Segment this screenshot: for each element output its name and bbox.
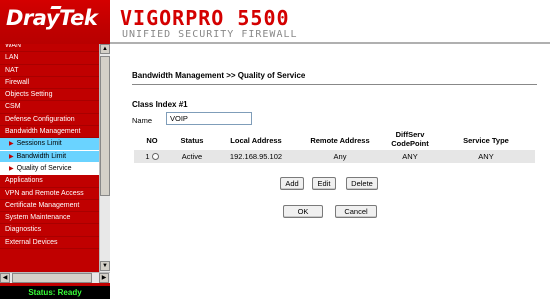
column-header-diffserv: DiffServ CodePoint [380, 130, 440, 148]
cancel-button[interactable]: Cancel [335, 205, 377, 218]
sidebar-subitem-label: Sessions Limit [16, 140, 62, 148]
sidebar-item-firewall[interactable]: Firewall [0, 77, 99, 90]
sidebar-subitem-sessions-limit[interactable]: ▶ Sessions Limit [0, 138, 99, 151]
row-number: 1 [145, 152, 150, 161]
submenu-arrow-icon: ▶ [9, 153, 14, 160]
product-title: VIGORPRO 5500 [120, 6, 290, 30]
sidebar-item-applications[interactable]: Applications [0, 175, 99, 188]
table-header: NO Status Local Address Remote Address D… [132, 130, 537, 150]
sidebar-subitem-quality-of-service[interactable]: ▶ Quality of Service [0, 162, 99, 176]
sidebar-item-csm[interactable]: CSM [0, 101, 99, 114]
name-field[interactable] [166, 112, 252, 125]
sidebar-item-external-devices[interactable]: External Devices [0, 237, 99, 250]
breadcrumb: Bandwidth Management >> Quality of Servi… [132, 71, 306, 80]
cell-status: Active [181, 152, 203, 161]
column-header-remote-address: Remote Address [310, 136, 370, 145]
row-select-radio[interactable] [151, 153, 159, 160]
sidebar-menu: WAN LAN NAT Firewall Objects Setting CSM… [0, 44, 99, 272]
logo-accent [50, 6, 62, 9]
column-header-no: NO [146, 136, 158, 145]
sidebar-item-defense-configuration[interactable]: Defense Configuration [0, 114, 99, 127]
column-header-service-type: Service Type [463, 136, 509, 145]
sidebar-subitem-label: Bandwidth Limit [16, 152, 67, 160]
add-button[interactable]: Add [280, 177, 304, 190]
brand-logo: DrayTek [6, 6, 98, 30]
sidebar-item-lan[interactable]: LAN [0, 52, 99, 65]
column-header-status: Status [180, 136, 204, 145]
sidebar-item-objects-setting[interactable]: Objects Setting [0, 89, 99, 102]
cell-no: 1 [140, 152, 164, 161]
breadcrumb-divider [132, 84, 537, 85]
scroll-left-icon[interactable]: ◀ [0, 273, 10, 283]
name-label: Name [132, 116, 153, 125]
main-content: Bandwidth Management >> Quality of Servi… [110, 44, 550, 299]
column-header-local-address: Local Address [230, 136, 282, 145]
sidebar-item-system-maintenance[interactable]: System Maintenance [0, 212, 99, 225]
sidebar: WAN LAN NAT Firewall Objects Setting CSM… [0, 44, 110, 299]
cell-remote-address: Any [333, 152, 347, 161]
qos-rule-table: NO Status Local Address Remote Address D… [132, 130, 537, 163]
scroll-right-icon[interactable]: ▶ [99, 273, 109, 283]
sidebar-item-certificate-management[interactable]: Certificate Management [0, 200, 99, 213]
status-bar: Status: Ready [0, 286, 110, 299]
scroll-down-icon[interactable]: ▼ [100, 261, 110, 271]
submenu-arrow-icon: ▶ [9, 165, 14, 172]
product-subtitle: UNIFIED SECURITY FIREWALL [122, 29, 298, 40]
sidebar-subitem-bandwidth-limit[interactable]: ▶ Bandwidth Limit [0, 150, 99, 163]
scroll-up-icon[interactable]: ▲ [100, 44, 110, 54]
column-header-diffserv-line2: CodePoint [391, 139, 429, 148]
sidebar-vertical-scrollbar[interactable]: ▲ ▼ [99, 44, 110, 272]
class-index-title: Class Index #1 [132, 100, 188, 109]
header-bar: DrayTek VIGORPRO 5500 UNIFIED SECURITY F… [0, 0, 550, 44]
column-header-diffserv-line1: DiffServ [395, 130, 425, 139]
sidebar-item-bandwidth-management[interactable]: Bandwidth Management [0, 126, 99, 139]
sidebar-horizontal-scrollbar[interactable]: ◀ ▶ [0, 272, 110, 283]
sidebar-item-diagnostics[interactable]: Diagnostics [0, 224, 99, 237]
sidebar-item-wan[interactable]: WAN [0, 44, 99, 53]
edit-button[interactable]: Edit [312, 177, 336, 190]
cell-service-type: ANY [478, 152, 494, 161]
scroll-thumb[interactable] [12, 273, 92, 283]
table-row[interactable]: 1 Active 192.168.95.102 Any ANY ANY [134, 150, 535, 163]
submenu-arrow-icon: ▶ [9, 141, 14, 148]
sidebar-item-nat[interactable]: NAT [0, 65, 99, 77]
scroll-thumb[interactable] [100, 56, 110, 196]
sidebar-subitem-label: Quality of Service [16, 164, 72, 172]
delete-button[interactable]: Delete [346, 177, 378, 190]
cell-local-address: 192.168.95.102 [229, 152, 283, 161]
ok-button[interactable]: OK [283, 205, 323, 218]
sidebar-item-vpn-remote-access[interactable]: VPN and Remote Access [0, 188, 99, 200]
cell-diffserv: ANY [402, 152, 418, 161]
